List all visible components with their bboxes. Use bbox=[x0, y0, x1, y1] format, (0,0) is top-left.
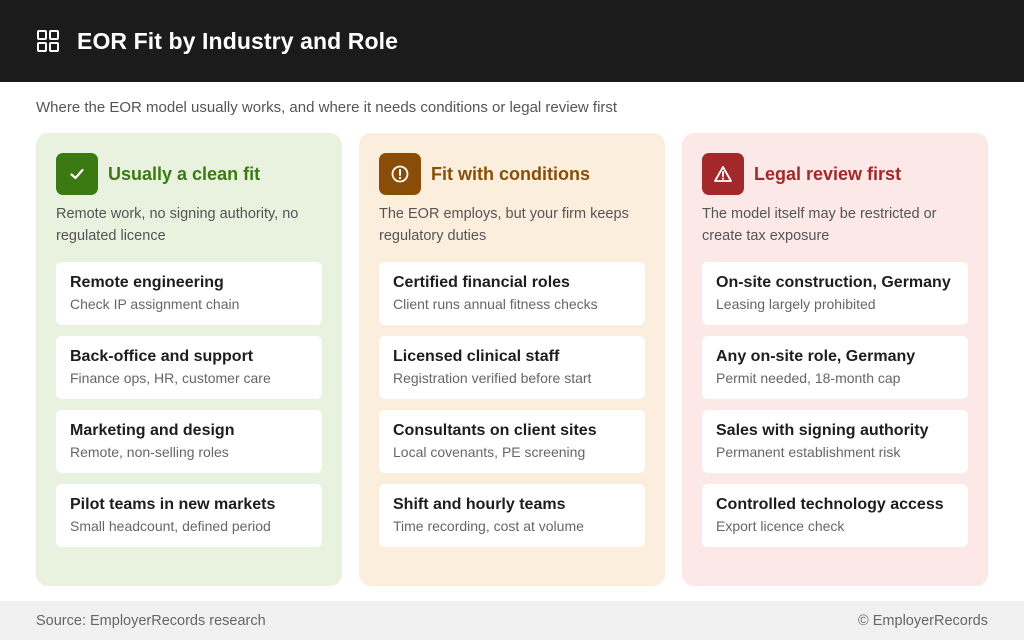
role-card: On-site construction, Germany Leasing la… bbox=[702, 262, 968, 325]
source-note: Source: EmployerRecords research bbox=[36, 612, 266, 629]
role-note: Local covenants, PE screening bbox=[393, 444, 586, 460]
page-subtitle: Where the EOR model usually works, and w… bbox=[36, 99, 618, 116]
role-title: Marketing and design bbox=[70, 422, 235, 439]
footer-bar: Source: EmployerRecords research © Emplo… bbox=[0, 601, 1024, 640]
role-title: Shift and hourly teams bbox=[393, 496, 566, 513]
fit-columns: Usually a clean fit Remote work, no sign… bbox=[36, 133, 988, 586]
column-header: Legal review first bbox=[702, 153, 968, 195]
role-title: On-site construction, Germany bbox=[716, 274, 951, 291]
role-card: Controlled technology access Export lice… bbox=[702, 484, 968, 547]
copyright: © EmployerRecords bbox=[858, 612, 988, 629]
role-note: Finance ops, HR, customer care bbox=[70, 370, 271, 386]
check-icon bbox=[56, 153, 98, 195]
role-card: Sales with signing authority Permanent e… bbox=[702, 410, 968, 473]
column-header: Fit with conditions bbox=[379, 153, 645, 195]
column-title: Usually a clean fit bbox=[108, 163, 261, 184]
role-card: Marketing and design Remote, non-selling… bbox=[56, 410, 322, 473]
column-title: Fit with conditions bbox=[431, 163, 590, 184]
column-description: The EOR employs, but your firm keeps reg… bbox=[379, 206, 629, 244]
role-note: Remote, non-selling roles bbox=[70, 444, 229, 460]
role-note: Client runs annual fitness checks bbox=[393, 296, 598, 312]
column-title: Legal review first bbox=[754, 163, 902, 184]
role-note: Registration verified before start bbox=[393, 370, 592, 386]
header-bar: EOR Fit by Industry and Role bbox=[0, 0, 1024, 82]
column-header: Usually a clean fit bbox=[56, 153, 322, 195]
role-title: Back-office and support bbox=[70, 348, 254, 365]
column-description: The model itself may be restricted or cr… bbox=[702, 206, 937, 244]
column-description: Remote work, no signing authority, no re… bbox=[56, 206, 299, 244]
column-clean-fit: Usually a clean fit Remote work, no sign… bbox=[36, 133, 342, 586]
page-title: EOR Fit by Industry and Role bbox=[77, 27, 398, 54]
role-title: Any on-site role, Germany bbox=[716, 348, 916, 365]
role-note: Permanent establishment risk bbox=[716, 444, 901, 460]
role-note: Small headcount, defined period bbox=[70, 518, 271, 534]
role-card: Certified financial roles Client runs an… bbox=[379, 262, 645, 325]
column-legal-review: Legal review first The model itself may … bbox=[682, 133, 988, 586]
role-title: Remote engineering bbox=[70, 274, 224, 291]
role-title: Sales with signing authority bbox=[716, 422, 929, 439]
role-note: Time recording, cost at volume bbox=[393, 518, 584, 534]
role-note: Leasing largely prohibited bbox=[716, 296, 876, 312]
alert-circle-icon bbox=[379, 153, 421, 195]
role-note: Permit needed, 18-month cap bbox=[716, 370, 901, 386]
role-title: Consultants on client sites bbox=[393, 422, 597, 439]
role-card: Shift and hourly teams Time recording, c… bbox=[379, 484, 645, 547]
role-note: Check IP assignment chain bbox=[70, 296, 240, 312]
role-card: Pilot teams in new markets Small headcou… bbox=[56, 484, 322, 547]
role-title: Licensed clinical staff bbox=[393, 348, 560, 365]
role-title: Pilot teams in new markets bbox=[70, 496, 276, 513]
role-title: Certified financial roles bbox=[393, 274, 570, 291]
role-card: Consultants on client sites Local covena… bbox=[379, 410, 645, 473]
column-with-conditions: Fit with conditions The EOR employs, but… bbox=[359, 133, 665, 586]
role-card: Any on-site role, Germany Permit needed,… bbox=[702, 336, 968, 399]
grid-icon bbox=[37, 30, 59, 52]
role-title: Controlled technology access bbox=[716, 496, 944, 513]
role-card: Licensed clinical staff Registration ver… bbox=[379, 336, 645, 399]
role-card: Remote engineering Check IP assignment c… bbox=[56, 262, 322, 325]
role-card: Back-office and support Finance ops, HR,… bbox=[56, 336, 322, 399]
warning-triangle-icon bbox=[702, 153, 744, 195]
role-note: Export licence check bbox=[716, 518, 845, 534]
